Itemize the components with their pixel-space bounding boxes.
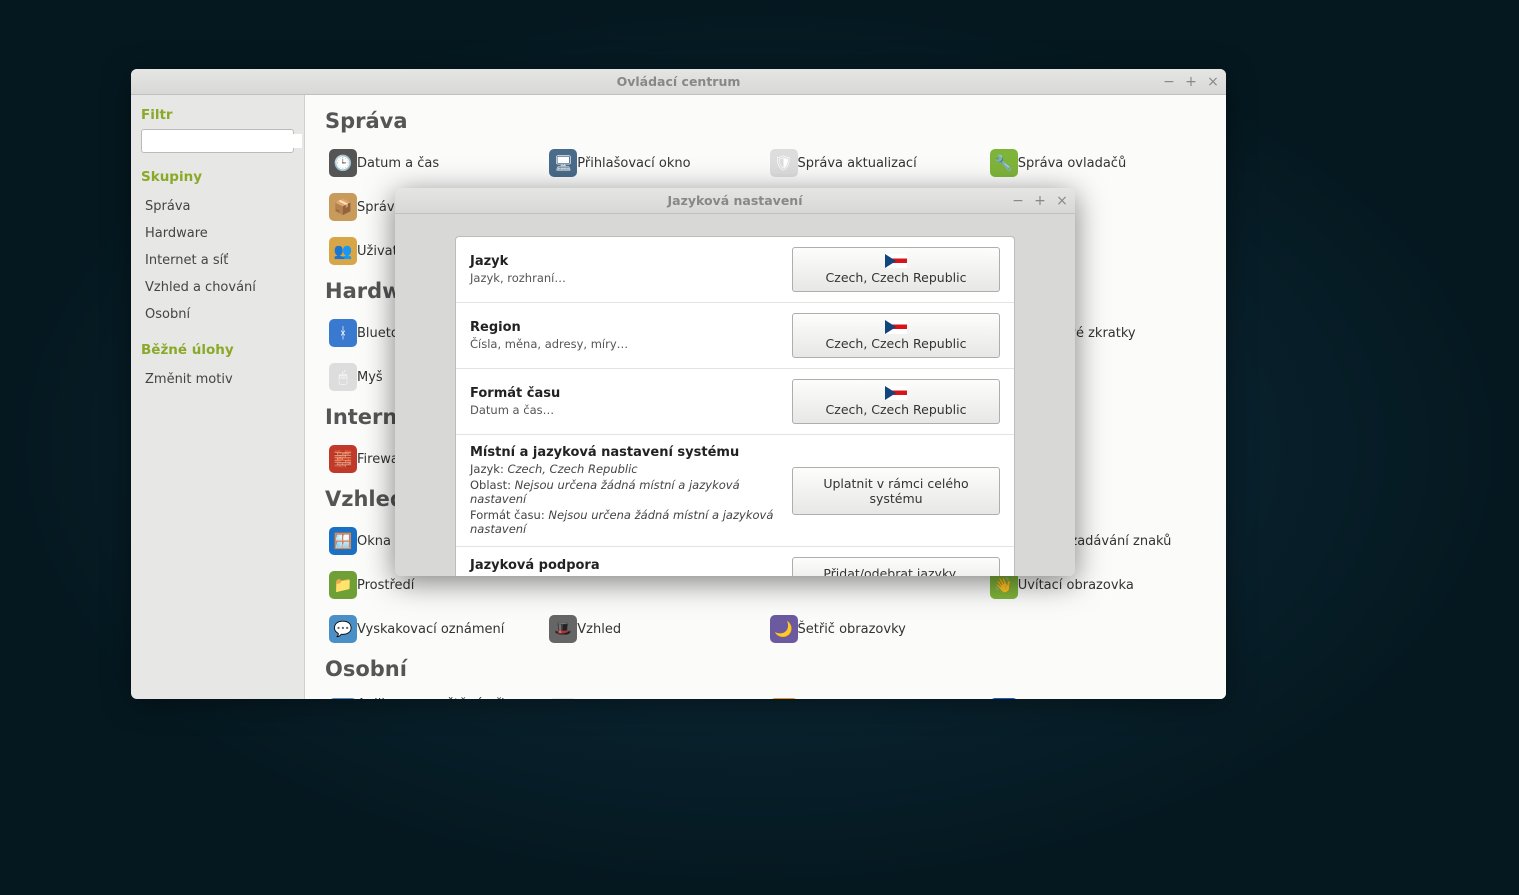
add-remove-languages-button[interactable]: Přidat/odebrat jazyky… <box>792 557 1000 576</box>
region-select-button[interactable]: Czech, Czech Republic <box>792 313 1000 358</box>
main-window-title: Ovládací centrum <box>617 74 741 89</box>
clock-icon: 🕒 <box>329 149 357 177</box>
apply-systemwide-button[interactable]: Uplatnit v rámci celého systému <box>792 467 1000 515</box>
firewall-icon: 🧱 <box>329 445 357 473</box>
row-support-sub: 24 jazyků nainstalováno <box>470 575 782 576</box>
row-system: Místní a jazyková nastavení systému Jazy… <box>456 435 1014 547</box>
dialog-minimize-button[interactable]: − <box>1009 192 1027 210</box>
settings-item-label: Správa ovladačů <box>1018 156 1126 171</box>
time-select-button[interactable]: Czech, Czech Republic <box>792 379 1000 424</box>
flag-cz-icon <box>885 254 907 268</box>
sidebar-group-0[interactable]: Správa <box>141 193 294 220</box>
settings-item[interactable]: 🕒Datum a čas <box>325 141 545 185</box>
settings-item-label: Aplikace spouštěné při přihlášení <box>357 697 541 699</box>
row-time-sub: Datum a čas… <box>470 403 782 417</box>
language-settings-dialog: Jazyková nastavení − + × Jazyk Jazyk, ro… <box>395 188 1075 576</box>
dialog-title: Jazyková nastavení <box>667 193 802 208</box>
settings-item[interactable]: 💬Vyskakovací oznámení <box>325 607 545 651</box>
mouse-icon: 🖱 <box>329 363 357 391</box>
settings-item[interactable]: 🌙Šetřič obrazovky <box>766 607 986 651</box>
settings-list: Jazyk Jazyk, rozhraní… Czech, Czech Repu… <box>455 236 1015 576</box>
settings-item[interactable]: ♿Technologie usnadnění <box>986 689 1206 699</box>
settings-item-label: Okna <box>357 534 391 549</box>
groups-label: Skupiny <box>141 169 294 185</box>
main-titlebar: Ovládací centrum − + × <box>131 69 1226 95</box>
users-icon: 👥 <box>329 237 357 265</box>
star-icon: ⭐ <box>770 698 798 699</box>
startup-icon: ⚙ <box>329 698 357 699</box>
suit-icon: 🎩 <box>549 615 577 643</box>
row-time-label: Formát času <box>470 386 782 401</box>
settings-item-label: Přihlašovací okno <box>577 156 690 171</box>
about-icon: 👤 <box>549 698 577 699</box>
folder-icon: 📁 <box>329 571 357 599</box>
row-region-sub: Čísla, měna, adresy, míry… <box>470 337 782 351</box>
sidebar-group-1[interactable]: Hardware <box>141 220 294 247</box>
dialog-maximize-button[interactable]: + <box>1031 192 1049 210</box>
minimize-button[interactable]: − <box>1160 73 1178 91</box>
row-system-label: Místní a jazyková nastavení systému <box>470 445 782 460</box>
flag-cz-icon <box>885 320 907 334</box>
windows-icon: 🪟 <box>329 527 357 555</box>
section-title-4: Osobní <box>325 657 1206 681</box>
row-support: Jazyková podpora 24 jazyků nainstalováno… <box>456 547 1014 576</box>
search-input[interactable] <box>152 134 302 148</box>
settings-item[interactable]: 🛡Správa aktualizací <box>766 141 986 185</box>
settings-item[interactable]: 🎩Vzhled <box>545 607 765 651</box>
settings-item[interactable]: ⚙Aplikace spouštěné při přihlášení <box>325 689 545 699</box>
row-region-label: Region <box>470 320 782 335</box>
settings-item[interactable]: 🖥Přihlašovací okno <box>545 141 765 185</box>
dialog-close-button[interactable]: × <box>1053 192 1071 210</box>
settings-item-label: Šetřič obrazovky <box>798 622 906 637</box>
notify-icon: 💬 <box>329 615 357 643</box>
sidebar-task-0[interactable]: Změnit motiv <box>141 366 294 393</box>
login-icon: 🖥 <box>549 149 577 177</box>
tasks-label: Běžné úlohy <box>141 342 294 358</box>
row-region: Region Čísla, měna, adresy, míry… Czech,… <box>456 303 1014 369</box>
apply-systemwide-label: Uplatnit v rámci celého systému <box>801 476 991 506</box>
row-language: Jazyk Jazyk, rozhraní… Czech, Czech Repu… <box>456 237 1014 303</box>
search-input-wrap[interactable] <box>141 129 294 153</box>
settings-item-label: Prostředí <box>357 578 414 593</box>
row-language-sub: Jazyk, rozhraní… <box>470 271 782 285</box>
section-title-0: Správa <box>325 109 1206 133</box>
settings-item[interactable]: ⭐Preferované aplikace <box>766 689 986 699</box>
row-language-label: Jazyk <box>470 254 782 269</box>
row-support-label: Jazyková podpora <box>470 558 782 573</box>
a11y-icon: ♿ <box>990 698 1018 699</box>
language-button-label: Czech, Czech Republic <box>826 270 967 285</box>
dialog-titlebar: Jazyková nastavení − + × <box>395 188 1075 214</box>
row-time: Formát času Datum a čas… Czech, Czech Re… <box>456 369 1014 435</box>
time-button-label: Czech, Czech Republic <box>826 402 967 417</box>
box-icon: 📦 <box>329 193 357 221</box>
bluetooth-icon: ᚼ <box>329 319 357 347</box>
sidebar-group-3[interactable]: Vzhled a chování <box>141 274 294 301</box>
chip-icon: 🔧 <box>990 149 1018 177</box>
settings-item-label: Vzhled <box>577 622 621 637</box>
settings-item-label: Myš <box>357 370 383 385</box>
settings-item-label: Vyskakovací oznámení <box>357 622 504 637</box>
add-remove-languages-label: Přidat/odebrat jazyky… <box>823 566 968 576</box>
shield-icon: 🛡 <box>770 149 798 177</box>
settings-item-label: Uvítací obrazovka <box>1018 578 1134 593</box>
filter-label: Filtr <box>141 107 294 123</box>
sidebar: Filtr Skupiny SprávaHardwareInternet a s… <box>131 95 304 699</box>
settings-item[interactable]: 🔧Správa ovladačů <box>986 141 1206 185</box>
sidebar-group-4[interactable]: Osobní <box>141 301 294 328</box>
language-select-button[interactable]: Czech, Czech Republic <box>792 247 1000 292</box>
region-button-label: Czech, Czech Republic <box>826 336 967 351</box>
maximize-button[interactable]: + <box>1182 73 1200 91</box>
settings-item-label: Datum a čas <box>357 156 439 171</box>
flag-cz-icon <box>885 386 907 400</box>
settings-item[interactable]: 👤O mně <box>545 689 765 699</box>
close-button[interactable]: × <box>1204 73 1222 91</box>
settings-item-label: Správa aktualizací <box>798 156 917 171</box>
sidebar-group-2[interactable]: Internet a síť <box>141 247 294 274</box>
screensaver-icon: 🌙 <box>770 615 798 643</box>
